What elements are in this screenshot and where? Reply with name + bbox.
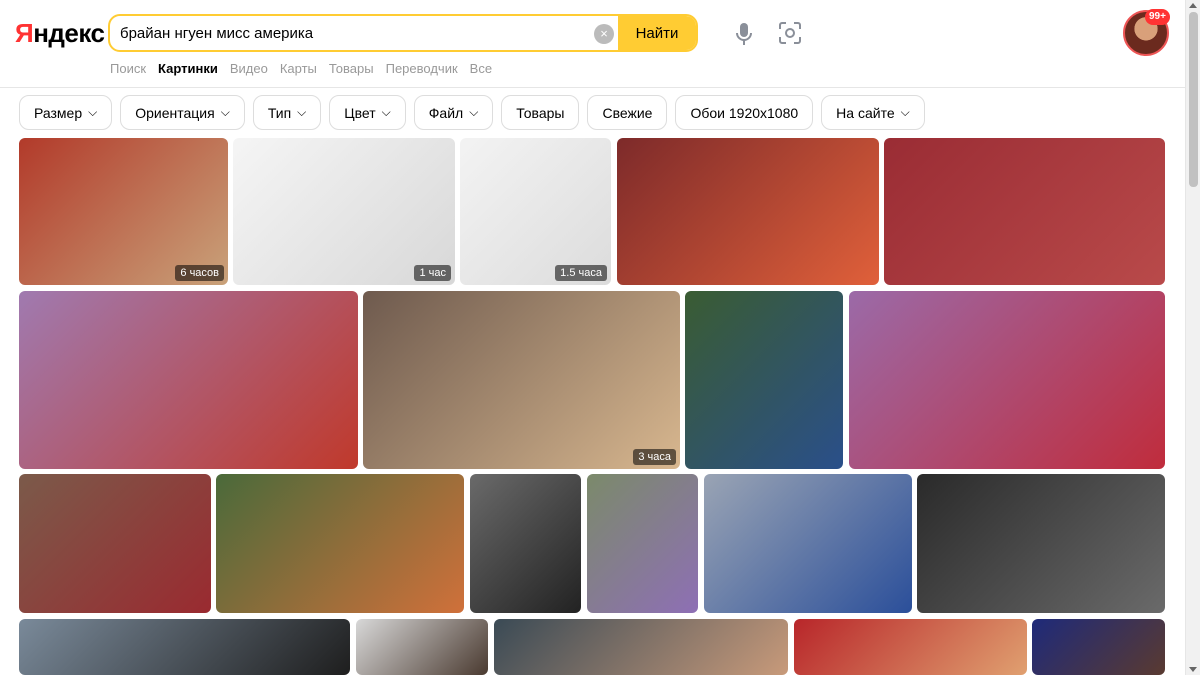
scroll-up-arrow-icon[interactable]: [1189, 3, 1197, 8]
nav-tab-0[interactable]: Поиск: [110, 61, 146, 81]
image-thumbnail-man-portrait[interactable]: [494, 619, 788, 675]
time-label: 1 час: [414, 265, 451, 281]
microphone-icon[interactable]: [734, 22, 754, 46]
header: Яндекс × Найти 99+ Поиск Картинки Видео Кар…: [0, 0, 1185, 88]
image-thumbnail-red-backdrop-crown[interactable]: [794, 619, 1027, 675]
chevron-down-icon: ⌵: [297, 105, 307, 119]
filter-label: Товары: [516, 104, 565, 121]
image-thumbnail-crown-portrait[interactable]: [356, 619, 488, 675]
time-label: 3 часа: [633, 449, 676, 465]
filter-button-5[interactable]: Товары: [501, 95, 580, 130]
time-label: 1.5 часа: [555, 265, 607, 281]
nav-tab-4[interactable]: Товары: [329, 61, 374, 81]
chevron-down-icon: ⌵: [88, 105, 98, 119]
image-thumbnail-red-dress-crown-bouquet[interactable]: [19, 291, 358, 469]
image-thumbnail-contestants-group[interactable]: [19, 474, 211, 613]
search-box: × Найти: [108, 14, 698, 52]
filter-button-8[interactable]: На сайте ⌵: [821, 95, 925, 130]
filter-label: Обои 1920x1080: [690, 104, 799, 121]
scrollbar-thumb[interactable]: [1189, 12, 1198, 187]
image-thumbnail-blue-backdrop-crown[interactable]: [1032, 619, 1165, 675]
image-thumbnail-pageant-group-collage[interactable]: [884, 138, 1165, 285]
image-thumbnail-pageant-red-dress-and-blonde-collage[interactable]: 6 часов: [19, 138, 228, 285]
filter-label: Файл: [428, 104, 464, 121]
image-thumbnail-orange-dress-tropical[interactable]: [216, 474, 464, 613]
yandex-images-page: Яндекс × Найти 99+ Поиск Картинки Видео Кар…: [0, 0, 1200, 675]
scroll-down-arrow-icon[interactable]: [1189, 667, 1197, 672]
service-nav: Поиск Картинки Видео Карты Товары Переводчик В…: [110, 61, 492, 81]
yandex-logo[interactable]: Яндекс: [15, 18, 105, 49]
scrollbar[interactable]: [1185, 0, 1200, 675]
image-thumbnail-group-photo-and-orange-dress[interactable]: [617, 138, 879, 285]
clear-icon[interactable]: ×: [594, 24, 614, 44]
image-thumbnail-blue-gown-winner[interactable]: [704, 474, 912, 613]
filter-label: Тип: [267, 104, 292, 121]
filter-label: На сайте: [836, 104, 895, 121]
image-thumbnail-sequin-dress-sash[interactable]: [917, 474, 1165, 613]
nav-tab-2[interactable]: Видео: [230, 61, 268, 81]
chevron-down-icon: ⌵: [900, 105, 910, 119]
nav-tab-1[interactable]: Картинки: [158, 61, 218, 81]
filter-bar: Размер ⌵ Ориентация ⌵ Тип ⌵ Цвет ⌵ Файл ⌵ Товары Св…: [19, 95, 925, 130]
filter-label: Цвет: [344, 104, 376, 121]
chevron-down-icon: ⌵: [381, 105, 391, 119]
filter-button-3[interactable]: Цвет ⌵: [329, 95, 406, 130]
image-thumbnail-sash-crown-portrait[interactable]: [587, 474, 698, 613]
image-thumbnail-street-costumes[interactable]: [19, 619, 350, 675]
filter-label: Свежие: [602, 104, 653, 121]
search-input[interactable]: [120, 22, 590, 44]
nav-tab-6[interactable]: Все: [470, 61, 492, 81]
image-thumbnail-tweet-screenshot-2[interactable]: 1.5 часа: [460, 138, 611, 285]
chevron-down-icon: ⌵: [469, 105, 479, 119]
image-thumbnail-blonde-woman-portrait[interactable]: 3 часа: [363, 291, 680, 469]
image-thumbnail-denim-jacket-portrait[interactable]: [685, 291, 843, 469]
filter-button-6[interactable]: Свежие: [587, 95, 668, 130]
time-label: 6 часов: [175, 265, 224, 281]
image-thumbnail-tweet-screenshot[interactable]: 1 час: [233, 138, 455, 285]
search-button[interactable]: Найти: [618, 16, 696, 50]
filter-button-4[interactable]: Файл ⌵: [413, 95, 494, 130]
image-thumbnail-black-lace-portrait[interactable]: [470, 474, 581, 613]
nav-tab-5[interactable]: Переводчик: [386, 61, 458, 81]
notification-badge: 99+: [1145, 9, 1170, 25]
image-thumbnail-pageant-stage-sequence[interactable]: [849, 291, 1165, 469]
chevron-down-icon: ⌵: [220, 105, 230, 119]
filter-label: Ориентация: [135, 104, 215, 121]
filter-button-2[interactable]: Тип ⌵: [252, 95, 322, 130]
nav-tab-3[interactable]: Карты: [280, 61, 317, 81]
filter-button-1[interactable]: Ориентация ⌵: [120, 95, 245, 130]
filter-button-7[interactable]: Обои 1920x1080: [675, 95, 814, 130]
camera-search-icon[interactable]: [778, 21, 802, 45]
filter-button-0[interactable]: Размер ⌵: [19, 95, 113, 130]
filter-label: Размер: [34, 104, 83, 121]
